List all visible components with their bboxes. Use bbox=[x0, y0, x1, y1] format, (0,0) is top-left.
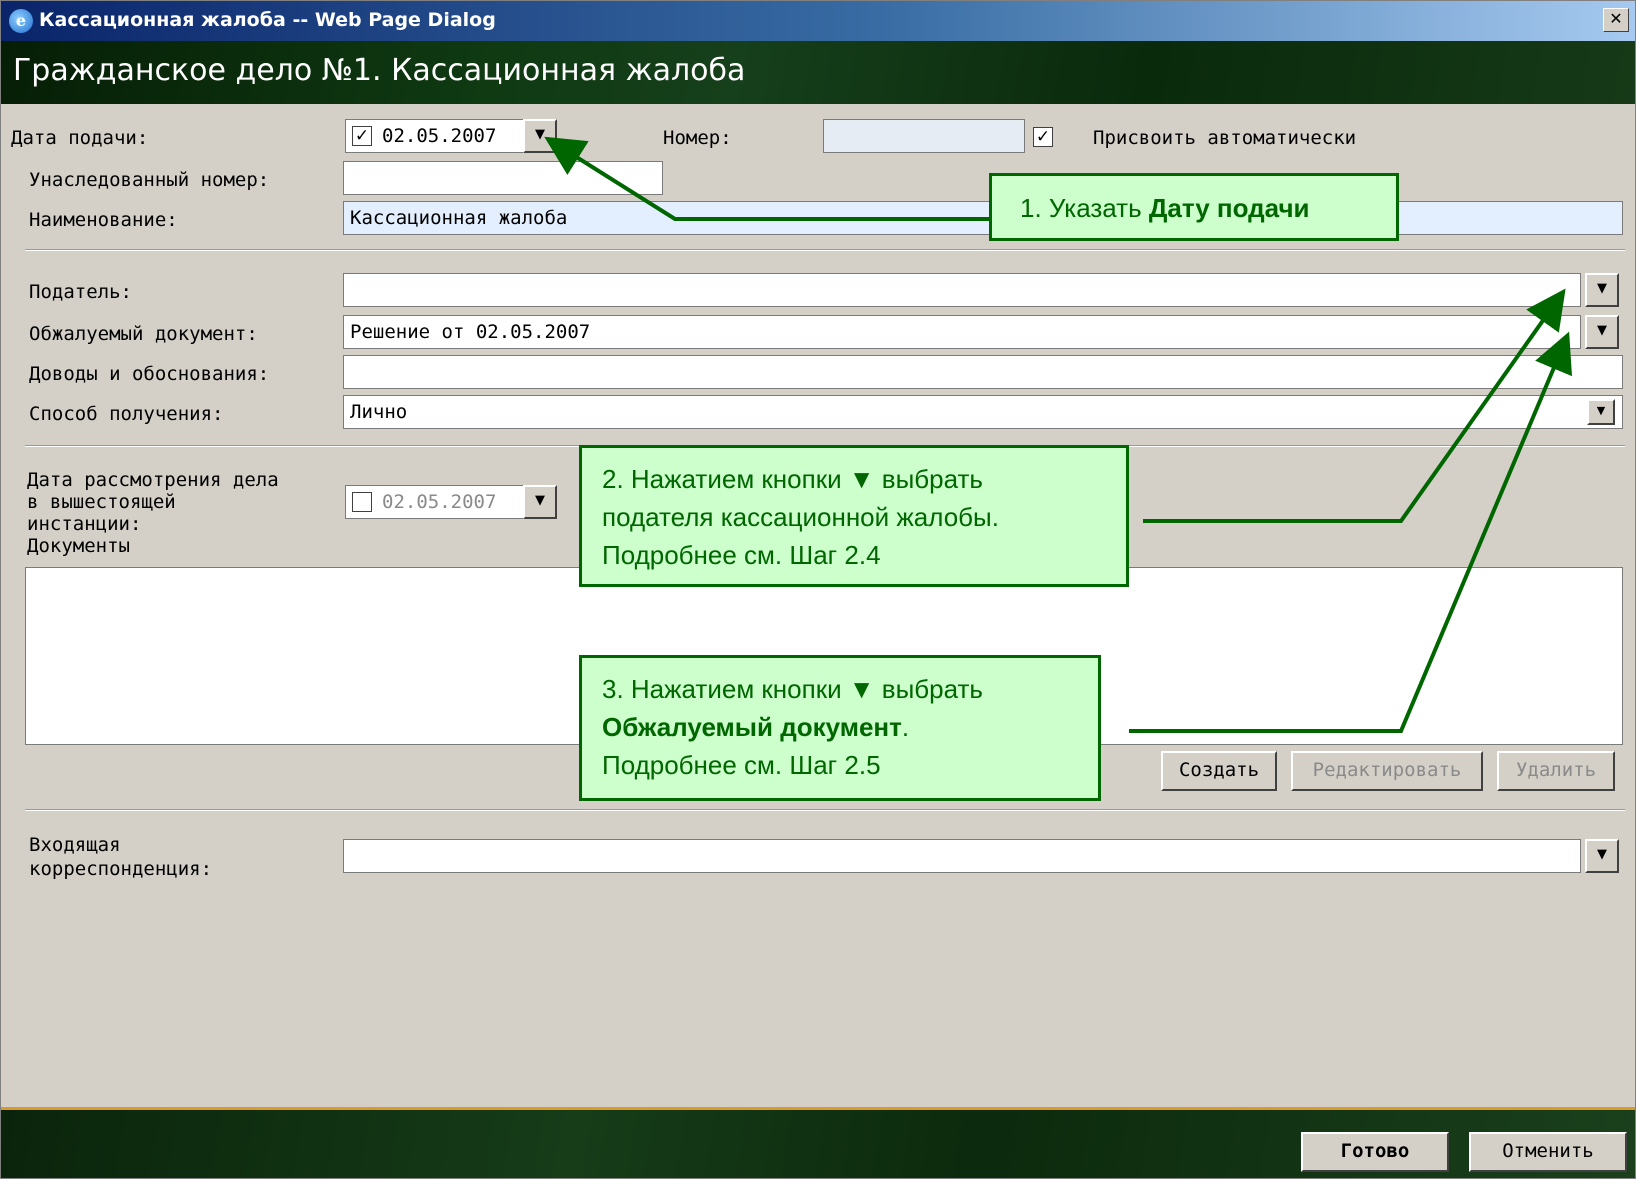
dialog-window: e Кассационная жалоба -- Web Page Dialog… bbox=[0, 0, 1636, 1179]
callout-line: Обжалуемый документ. bbox=[602, 708, 1078, 746]
callout-bold: Дату подачи bbox=[1148, 193, 1310, 223]
callout-step-1: 1. Указать Дату подачи bbox=[989, 173, 1399, 241]
callout-step-3: 3. Нажатием кнопки ▼ выбрать Обжалуемый … bbox=[579, 655, 1101, 801]
callout-line: подателя кассационной жалобы. bbox=[602, 502, 999, 532]
callout-line: 2. Нажатием кнопки ▼ выбрать bbox=[602, 464, 983, 494]
arrow-to-appealed-doc bbox=[1129, 331, 1573, 733]
arrow-to-filer bbox=[1143, 288, 1566, 523]
callout-text: 1. Указать bbox=[1020, 193, 1149, 223]
callout-line: Подробнее см. Шаг 2.5 bbox=[602, 750, 881, 780]
callout-bold: Обжалуемый документ bbox=[602, 712, 902, 742]
callout-step-2: 2. Нажатием кнопки ▼ выбрать подателя ка… bbox=[579, 445, 1129, 587]
callout-line: Подробнее см. Шаг 2.4 bbox=[602, 540, 881, 570]
callout-line: 3. Нажатием кнопки ▼ выбрать bbox=[602, 674, 983, 704]
callout-text: . bbox=[901, 712, 910, 742]
arrow-to-date bbox=[544, 136, 993, 221]
